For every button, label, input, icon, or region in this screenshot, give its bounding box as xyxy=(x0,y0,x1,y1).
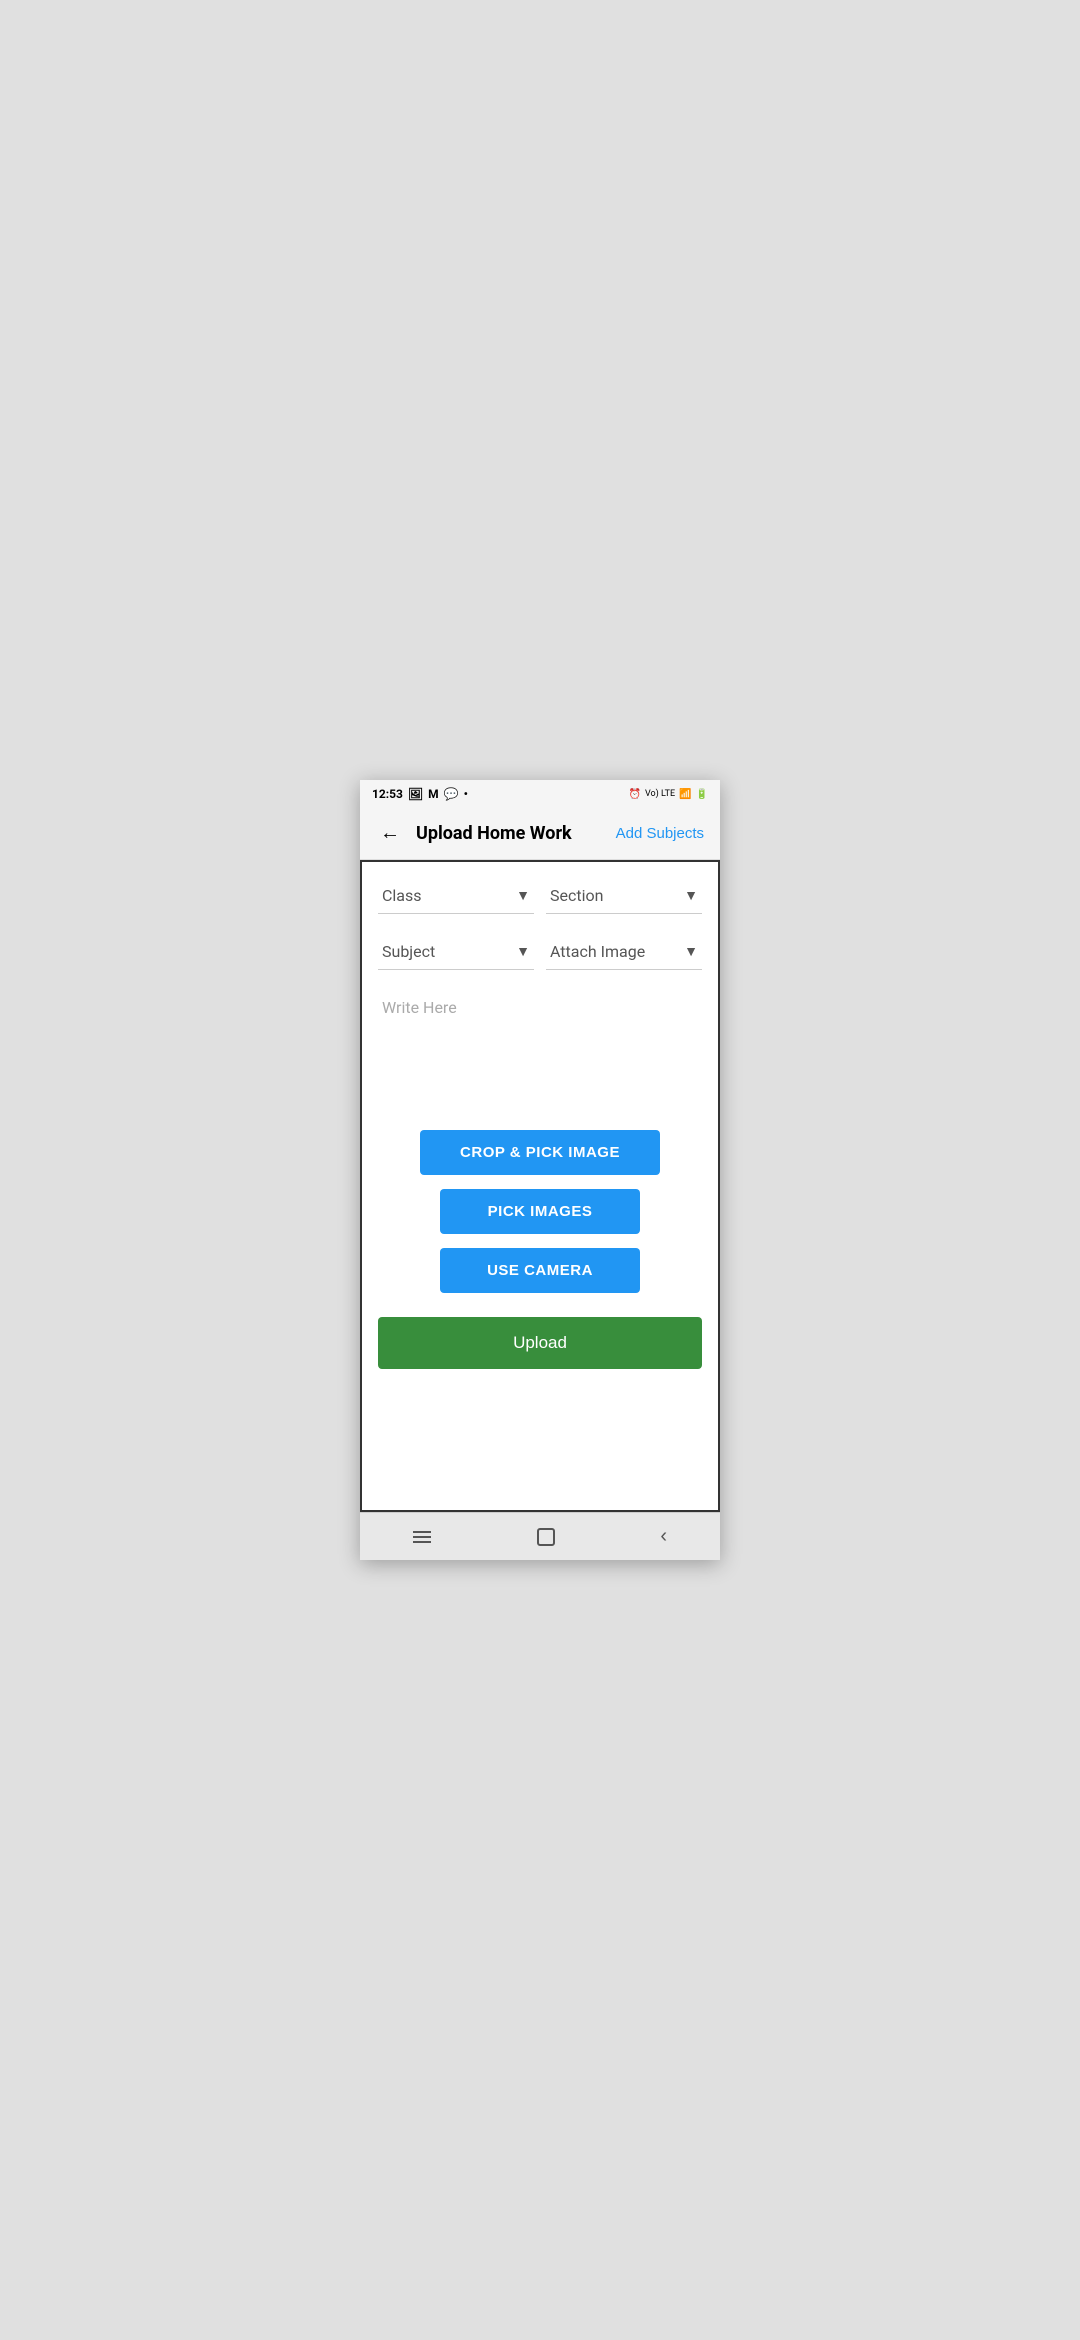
text-area-wrapper[interactable]: Write Here xyxy=(378,990,702,1110)
home-icon xyxy=(537,1528,555,1546)
crop-pick-image-button[interactable]: CROP & PICK IMAGE xyxy=(420,1130,660,1175)
menu-icon xyxy=(413,1531,431,1543)
subject-arrow-icon: ▼ xyxy=(516,943,530,960)
bottom-nav: ‹ xyxy=(360,1512,720,1560)
form-area: Class ▼ Section ▼ Subject ▼ Attach Image… xyxy=(362,862,718,1385)
alarm-icon: ⏰ xyxy=(628,789,640,800)
section-label: Section xyxy=(550,886,603,905)
back-button[interactable]: ← xyxy=(376,818,404,849)
text-area-placeholder: Write Here xyxy=(382,998,457,1017)
back-nav-button[interactable]: ‹ xyxy=(640,1517,687,1556)
status-time: 12:53 xyxy=(372,787,403,801)
attach-image-arrow-icon: ▼ xyxy=(684,943,698,960)
image-icon: 🖼 xyxy=(408,787,423,801)
status-bar-left: 12:53 🖼 M 💬 • xyxy=(372,787,468,801)
battery-icon: 🔋 xyxy=(696,789,708,800)
class-label: Class xyxy=(382,886,422,905)
add-subjects-button[interactable]: Add Subjects xyxy=(616,825,704,842)
page-title: Upload Home Work xyxy=(416,823,616,844)
subject-attach-row: Subject ▼ Attach Image ▼ xyxy=(378,934,702,970)
class-arrow-icon: ▼ xyxy=(516,887,530,904)
class-dropdown[interactable]: Class ▼ xyxy=(378,878,534,914)
section-dropdown[interactable]: Section ▼ xyxy=(546,878,702,914)
app-bar: ← Upload Home Work Add Subjects xyxy=(360,808,720,860)
dot-icon: • xyxy=(464,787,468,801)
phone-frame: 12:53 🖼 M 💬 • ⏰ Vo) LTE 📶 🔋 ← Upload Hom… xyxy=(360,780,720,1560)
main-content: Class ▼ Section ▼ Subject ▼ Attach Image… xyxy=(360,860,720,1512)
section-arrow-icon: ▼ xyxy=(684,887,698,904)
subject-dropdown[interactable]: Subject ▼ xyxy=(378,934,534,970)
subject-label: Subject xyxy=(382,942,435,961)
menu-nav-button[interactable] xyxy=(393,1523,451,1551)
chat-icon: 💬 xyxy=(444,787,459,801)
home-nav-button[interactable] xyxy=(517,1520,575,1554)
class-section-row: Class ▼ Section ▼ xyxy=(378,878,702,914)
signal-icon: 📶 xyxy=(679,789,691,800)
lte-icon: Vo) LTE xyxy=(645,789,675,799)
status-bar-right: ⏰ Vo) LTE 📶 🔋 xyxy=(628,789,708,800)
button-group: CROP & PICK IMAGE PICK IMAGES USE CAMERA xyxy=(378,1130,702,1293)
attach-image-dropdown[interactable]: Attach Image ▼ xyxy=(546,934,702,970)
gmail-icon: M xyxy=(428,787,439,801)
pick-images-button[interactable]: PICK IMAGES xyxy=(440,1189,640,1234)
use-camera-button[interactable]: USE CAMERA xyxy=(440,1248,640,1293)
back-nav-icon: ‹ xyxy=(660,1525,667,1548)
attach-image-label: Attach Image xyxy=(550,942,645,961)
upload-button[interactable]: Upload xyxy=(378,1317,702,1369)
status-bar: 12:53 🖼 M 💬 • ⏰ Vo) LTE 📶 🔋 xyxy=(360,780,720,808)
